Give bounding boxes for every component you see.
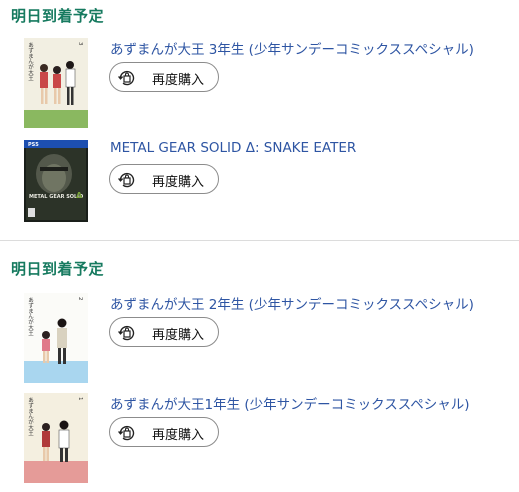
rebuy-icon: [118, 325, 135, 341]
cover-title: あずまんが大王: [27, 42, 34, 81]
rebuy-icon: [118, 172, 135, 188]
rebuy-button[interactable]: 再度購入: [109, 164, 219, 194]
product-title-link[interactable]: あずまんが大王1年生 (少年サンデーコミックススペシャル): [110, 393, 470, 413]
rebuy-button[interactable]: 再度購入: [109, 417, 219, 447]
azumanga-1-cover: あずまんが大王 1: [24, 393, 88, 483]
rebuy-icon: [118, 425, 135, 441]
delivery-heading: 明日到着予定: [11, 7, 105, 25]
svg-text:2: 2: [77, 297, 83, 301]
cover-platform: PS5: [28, 142, 39, 148]
azumanga-3-cover: あずまんが大王 3: [24, 38, 88, 128]
product-thumbnail[interactable]: PS5 METAL GEAR SOLID Δ: [24, 140, 88, 230]
rebuy-label: 再度購入: [152, 328, 205, 343]
cover-title: あずまんが大王: [27, 397, 34, 436]
rebuy-button[interactable]: 再度購入: [109, 62, 219, 92]
product-thumbnail[interactable]: あずまんが大王 2: [24, 293, 88, 383]
rebuy-icon: [118, 70, 135, 86]
rebuy-label: 再度購入: [152, 428, 205, 443]
delivery-group-2: 明日到着予定 あずまんが大王 2 あずまんが大王 2年生 (少年サンデーコミック…: [0, 240, 519, 492]
product-title-link[interactable]: METAL GEAR SOLID Δ: SNAKE EATER: [110, 140, 356, 156]
svg-text:1: 1: [77, 397, 83, 401]
rebuy-button[interactable]: 再度購入: [109, 317, 219, 347]
cover-title: あずまんが大王: [27, 297, 34, 336]
rebuy-label: 再度購入: [152, 73, 205, 88]
order-item: PS5 METAL GEAR SOLID Δ METAL GEAR SOLID …: [0, 140, 519, 232]
product-title-link[interactable]: あずまんが大王 3年生 (少年サンデーコミックススペシャル): [110, 38, 474, 58]
product-title-link[interactable]: あずまんが大王 2年生 (少年サンデーコミックススペシャル): [110, 293, 474, 313]
delivery-group-1: 明日到着予定 あずまんが大王 3 あずまんが大王 3年生 (少年サンデーコミック…: [0, 0, 519, 240]
order-item: あずまんが大王 2 あずまんが大王 2年生 (少年サンデーコミックススペシャル): [0, 293, 519, 385]
order-item: あずまんが大王 3 あずまんが大王 3年生 (少年サンデーコミックススペシャル)…: [0, 38, 519, 130]
svg-text:3: 3: [77, 42, 83, 46]
product-thumbnail[interactable]: あずまんが大王 1: [24, 393, 88, 483]
delivery-heading: 明日到着予定: [11, 260, 105, 278]
order-item: あずまんが大王 1 あずまんが大王1年生 (少年サンデーコミックススペシャル): [0, 393, 519, 485]
mgs-delta-cover: PS5 METAL GEAR SOLID Δ: [24, 140, 88, 222]
product-thumbnail[interactable]: あずまんが大王 3: [24, 38, 88, 128]
svg-text:Δ: Δ: [76, 191, 83, 200]
azumanga-2-cover: あずまんが大王 2: [24, 293, 88, 383]
rebuy-label: 再度購入: [152, 175, 205, 190]
